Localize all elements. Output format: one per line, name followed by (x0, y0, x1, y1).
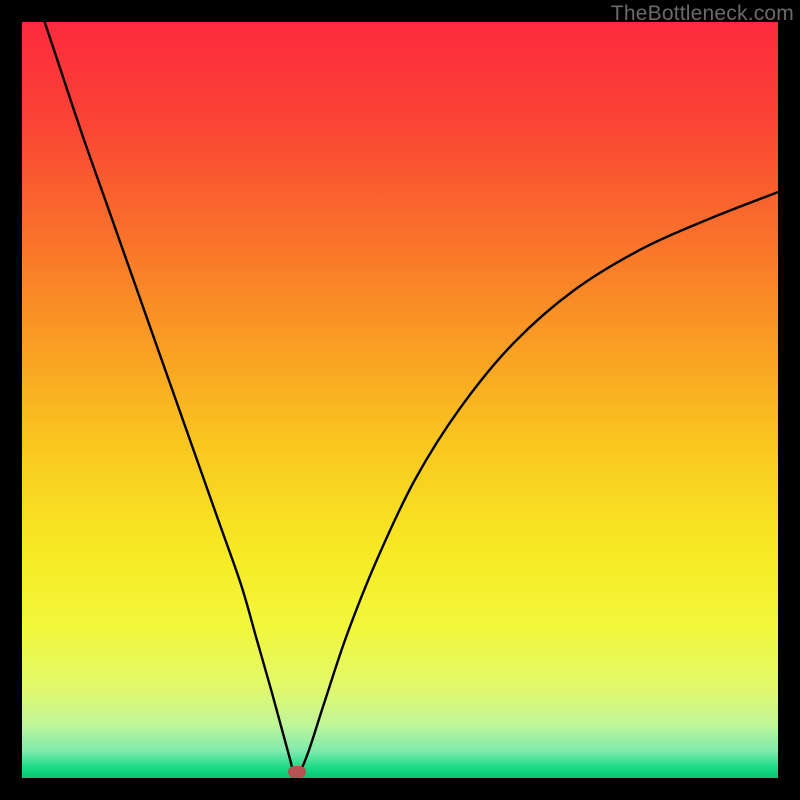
chart-canvas (22, 22, 778, 778)
watermark-text: TheBottleneck.com (611, 2, 794, 26)
minimum-marker (288, 766, 306, 778)
chart-frame (22, 22, 778, 778)
gradient-background (22, 22, 778, 778)
